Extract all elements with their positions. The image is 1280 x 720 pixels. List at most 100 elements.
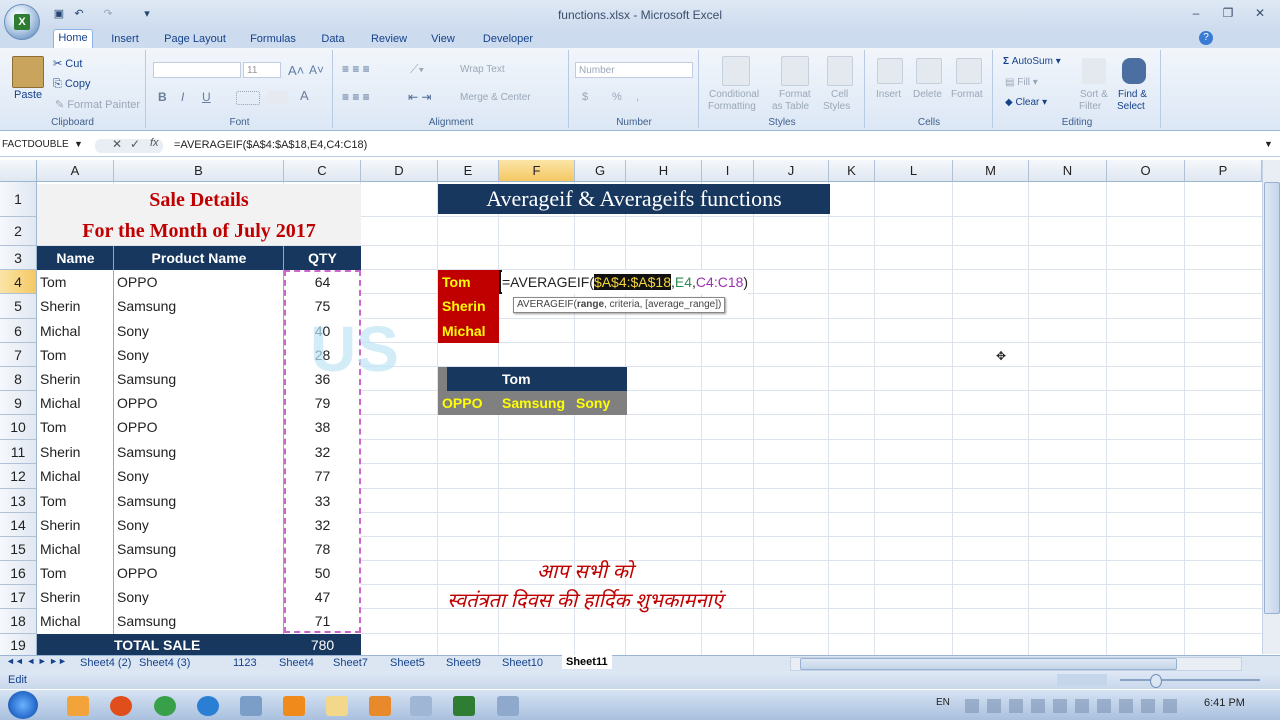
taskbar-app-1-icon[interactable] — [67, 696, 89, 716]
sheet-tab[interactable]: 1123 — [233, 656, 257, 670]
taskbar-firefox-icon[interactable] — [110, 696, 132, 716]
sort-filter-label[interactable]: Sort & — [1080, 89, 1108, 100]
select-all-corner[interactable] — [0, 160, 37, 182]
wrap-text-button[interactable]: Wrap Text — [460, 64, 505, 75]
column-header-p[interactable]: P — [1185, 160, 1262, 182]
row-header-5[interactable]: 5 — [0, 294, 37, 319]
cell-name[interactable]: Sherin — [40, 513, 80, 537]
cell-styles-icon[interactable] — [827, 56, 853, 86]
cell-name[interactable]: Michal — [40, 464, 80, 489]
italic-button[interactable]: I — [181, 90, 184, 104]
column-header-b[interactable]: B — [114, 160, 284, 182]
cell-product[interactable]: Samsung — [117, 609, 176, 634]
cell-product[interactable]: Samsung — [117, 489, 176, 513]
sheet-tab[interactable]: Sheet10 — [502, 656, 543, 670]
row-header-1[interactable]: 1 — [0, 182, 37, 217]
cell-name[interactable]: Michal — [40, 319, 80, 343]
column-header-h[interactable]: H — [626, 160, 702, 182]
taskbar-folder-icon[interactable] — [326, 696, 348, 716]
cell-product[interactable]: Samsung — [117, 440, 176, 464]
row-header-16[interactable]: 16 — [0, 561, 37, 585]
styles-label[interactable]: Styles — [823, 101, 850, 112]
enter-icon[interactable]: ✓ — [130, 137, 140, 151]
row-header-7[interactable]: 7 — [0, 343, 37, 367]
row-header-14[interactable]: 14 — [0, 513, 37, 537]
insert-function-button[interactable]: fx — [150, 137, 159, 149]
row-header-12[interactable]: 12 — [0, 464, 37, 489]
delete-cells-icon[interactable] — [916, 58, 942, 84]
cell-styles-label[interactable]: Cell — [831, 89, 848, 100]
taskbar-excel-icon[interactable] — [453, 696, 475, 716]
row-header-6[interactable]: 6 — [0, 319, 37, 343]
grow-font-icon[interactable]: A˄ — [288, 63, 304, 78]
insert-button[interactable]: Insert — [876, 89, 901, 100]
sheet-tab[interactable]: Sheet5 — [390, 656, 425, 670]
column-header-l[interactable]: L — [875, 160, 953, 182]
tab-page-layout[interactable]: Page Layout — [160, 31, 230, 47]
cell-name[interactable]: Michal — [40, 609, 80, 634]
as-table-label[interactable]: as Table — [772, 101, 809, 112]
paste-icon[interactable] — [12, 56, 44, 88]
filter-label[interactable]: Filter — [1079, 101, 1101, 112]
select-label[interactable]: Select — [1117, 101, 1145, 112]
fill-button[interactable]: ▤ Fill ▾ — [1005, 77, 1038, 88]
paste-button[interactable]: Paste — [14, 89, 42, 101]
cancel-icon[interactable]: ✕ — [112, 137, 122, 151]
sheet-tab[interactable]: Sheet4 (3) — [139, 656, 190, 670]
taskbar-app-8-icon[interactable] — [369, 696, 391, 716]
underline-button[interactable]: U — [202, 90, 211, 104]
cell-product[interactable]: Sony — [117, 319, 149, 343]
function-tooltip[interactable]: AVERAGEIF(range, criteria, [average_rang… — [513, 297, 726, 313]
cell-product[interactable]: OPPO — [117, 391, 157, 415]
row-header-8[interactable]: 8 — [0, 367, 37, 391]
start-button[interactable] — [8, 691, 38, 719]
row-header-4[interactable]: 4 — [0, 270, 37, 294]
sheet-tab[interactable]: Sheet7 — [333, 656, 368, 670]
cell-product[interactable]: Samsung — [117, 537, 176, 561]
cell-product[interactable]: Sony — [117, 343, 149, 367]
horizontal-scroll-thumb[interactable] — [800, 658, 1177, 670]
format-as-table-label[interactable]: Format — [779, 89, 811, 100]
column-header-n[interactable]: N — [1029, 160, 1107, 182]
sheet-tab[interactable]: Sheet11 — [562, 655, 612, 669]
font-name-box[interactable] — [153, 62, 241, 78]
row-header-10[interactable]: 10 — [0, 415, 37, 440]
cell-name[interactable]: Sherin — [40, 440, 80, 464]
row-header-9[interactable]: 9 — [0, 391, 37, 415]
column-header-k[interactable]: K — [829, 160, 875, 182]
sheet-tab[interactable]: Sheet4 (2) — [80, 656, 131, 670]
taskbar-app-11-icon[interactable] — [497, 696, 519, 716]
borders-icon[interactable] — [236, 91, 260, 105]
comma-button[interactable]: , — [636, 91, 639, 103]
formula-input[interactable]: =AVERAGEIF($A$4:$A$18,E4,C4:C18) — [174, 137, 367, 153]
zoom-slider-thumb[interactable] — [1150, 674, 1162, 688]
sheet-tab[interactable]: Sheet9 — [446, 656, 481, 670]
delete-button[interactable]: Delete — [913, 89, 942, 100]
tab-data[interactable]: Data — [315, 31, 351, 47]
row-header-3[interactable]: 3 — [0, 246, 37, 270]
cell-name[interactable]: Tom — [40, 270, 66, 294]
cell-product[interactable]: OPPO — [117, 415, 157, 440]
column-header-m[interactable]: M — [953, 160, 1029, 182]
expand-formula-bar-icon[interactable]: ▼ — [1264, 139, 1273, 149]
row-header-15[interactable]: 15 — [0, 537, 37, 561]
taskbar-search-icon[interactable] — [410, 696, 432, 716]
office-button[interactable]: X — [4, 4, 40, 40]
cell-name[interactable]: Sherin — [40, 585, 80, 609]
language-indicator[interactable]: EN — [936, 697, 950, 708]
format-as-table-icon[interactable] — [781, 56, 809, 86]
align-left-icon[interactable]: ≡ ≡ ≡ — [342, 90, 370, 104]
zoom-slider[interactable] — [1120, 679, 1260, 681]
align-top-icon[interactable]: ≡ ≡ ≡ — [342, 62, 370, 76]
percent-button[interactable]: % — [612, 91, 622, 103]
tab-formulas[interactable]: Formulas — [244, 31, 302, 47]
cut-button[interactable]: ✂ Cut — [53, 57, 82, 70]
column-header-a[interactable]: A — [37, 160, 114, 182]
column-header-o[interactable]: O — [1107, 160, 1185, 182]
cell-product[interactable]: Sony — [117, 464, 149, 489]
format-painter-button[interactable]: ✎ Format Painter — [55, 98, 140, 111]
taskbar-app-5-icon[interactable] — [240, 696, 262, 716]
conditional-formatting-label[interactable]: Conditional — [709, 89, 759, 100]
find-select-label[interactable]: Find & — [1118, 89, 1147, 100]
taskbar-ie-icon[interactable] — [197, 696, 219, 716]
